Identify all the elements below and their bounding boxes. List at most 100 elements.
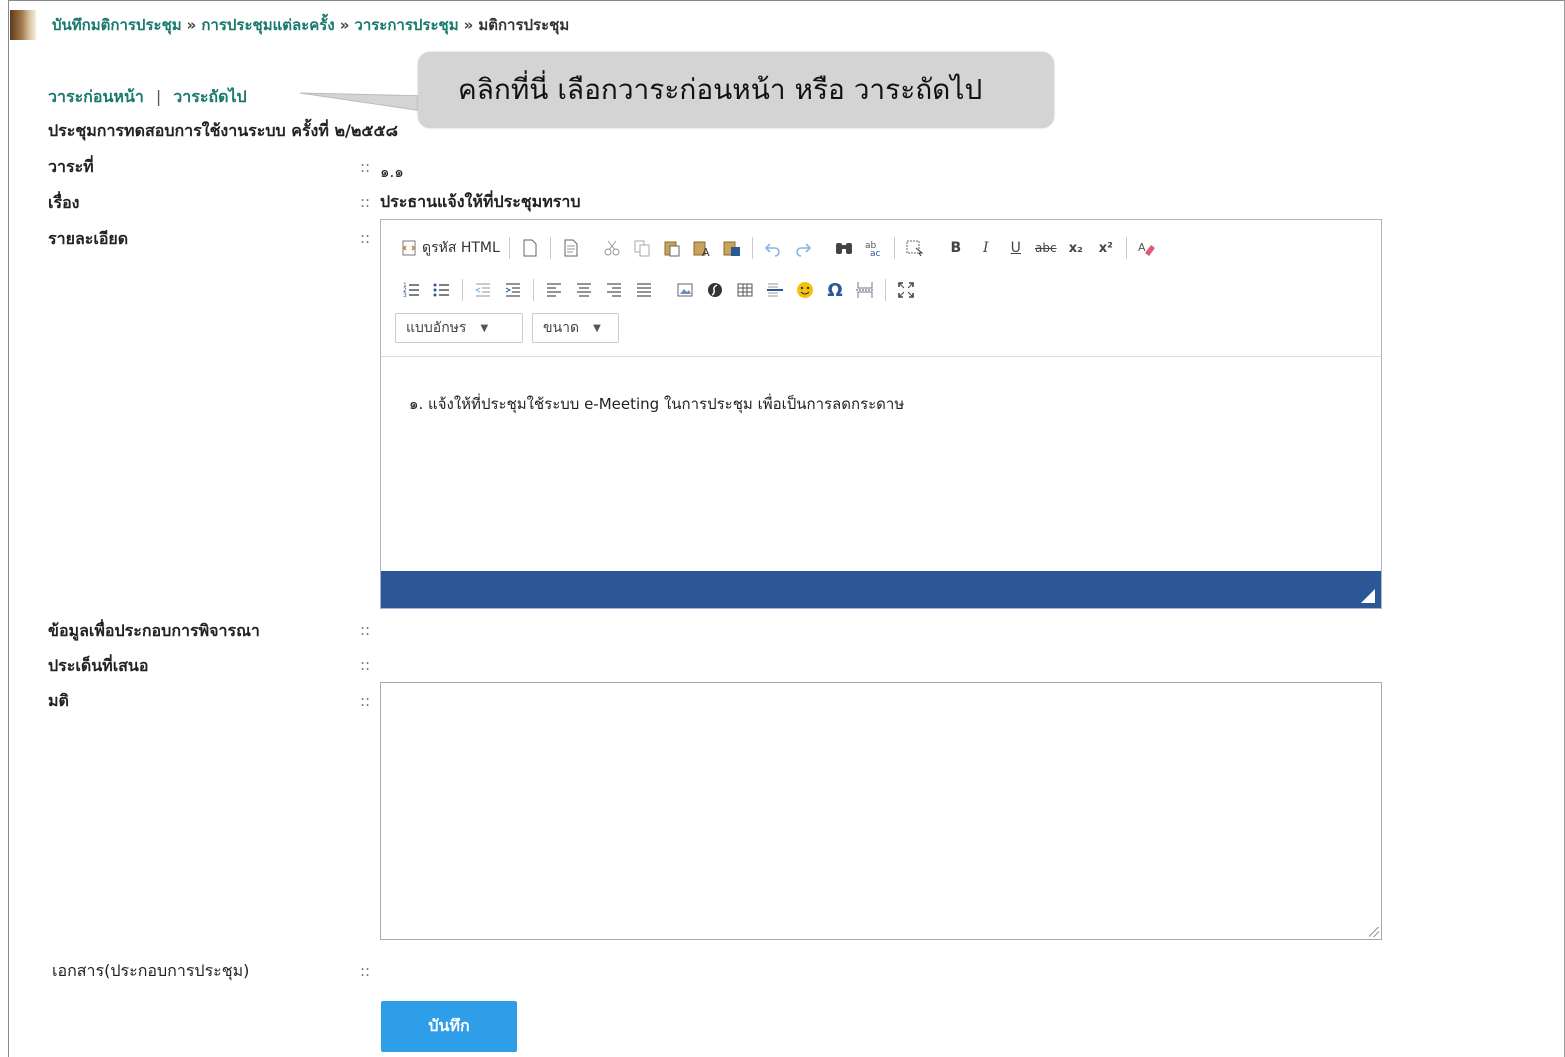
indent-icon — [505, 283, 520, 297]
indent-button[interactable] — [498, 278, 528, 302]
undo-button[interactable] — [758, 236, 788, 260]
svg-text:ac: ac — [870, 249, 881, 257]
breadcrumb-current: มติการประชุม — [478, 16, 570, 34]
toolbar-separator — [1125, 237, 1127, 259]
toolbar-separator — [893, 237, 895, 259]
redo-icon — [796, 243, 811, 257]
replace-button[interactable]: ab ac — [859, 236, 889, 260]
horizontal-rule-button[interactable] — [760, 278, 790, 302]
underline-button[interactable]: U — [1001, 236, 1031, 260]
align-right-icon — [607, 283, 621, 297]
editor-content[interactable]: ๑. แจ้งให้ที่ประชุมใช้ระบบ e-Meeting ในก… — [409, 392, 904, 416]
subject-value: ประธานแจ้งให้ที่ประชุมทราบ — [380, 192, 581, 211]
align-center-icon — [577, 283, 591, 297]
next-agenda-link[interactable]: วาระถัดไป — [173, 87, 246, 106]
editor-resize-handle[interactable] — [1361, 589, 1375, 603]
breadcrumb-link-resolutions[interactable]: บันทึกมติการประชุม — [52, 16, 182, 34]
source-button[interactable]: ดูรหัส HTML — [397, 236, 504, 260]
align-center-button[interactable] — [569, 278, 599, 302]
proposed-issue-label: ประเด็นที่เสนอ — [48, 656, 149, 675]
svg-text:3: 3 — [403, 292, 407, 299]
bold-button[interactable]: B — [941, 236, 971, 260]
numbered-list-button[interactable]: 123 — [397, 278, 427, 302]
flash-button[interactable] — [700, 278, 730, 302]
toolbar-row-2: 123 Ω — [397, 276, 921, 304]
preview-button[interactable] — [556, 236, 586, 260]
special-character-button[interactable]: Ω — [820, 278, 850, 302]
colon: :: — [360, 962, 371, 980]
source-button-label: ดูรหัส HTML — [422, 240, 500, 256]
agenda-number-value: ๑.๑ — [380, 163, 404, 181]
preview-icon — [564, 239, 578, 257]
paste-word-button[interactable] — [717, 236, 747, 260]
colon: :: — [360, 193, 371, 211]
breadcrumb-link-agenda[interactable]: วาระการประชุม — [354, 16, 458, 34]
toolbar-separator — [751, 237, 753, 259]
colon: :: — [360, 621, 371, 639]
callout-text: คลิกที่นี่ เลือกวาระก่อนหน้า หรือ วาระถั… — [458, 73, 983, 106]
svg-text:A: A — [1138, 241, 1146, 254]
redo-button[interactable] — [788, 236, 818, 260]
numbered-list-icon: 123 — [403, 282, 419, 299]
previous-agenda-link[interactable]: วาระก่อนหน้า — [48, 87, 144, 106]
copy-button[interactable] — [627, 236, 657, 260]
remove-format-button[interactable]: A — [1132, 236, 1162, 260]
eraser-icon: A — [1138, 241, 1155, 256]
toolbar-separator — [462, 279, 463, 301]
frame-left-border — [0, 0, 9, 1057]
resolution-textarea[interactable] — [380, 682, 1382, 940]
italic-button[interactable]: I — [971, 236, 1001, 260]
superscript-button[interactable]: x² — [1091, 236, 1121, 260]
maximize-button[interactable] — [891, 278, 921, 302]
align-left-button[interactable] — [539, 278, 569, 302]
table-button[interactable] — [730, 278, 760, 302]
subscript-button[interactable]: x₂ — [1061, 236, 1091, 260]
table-icon — [737, 283, 753, 297]
smiley-button[interactable] — [790, 278, 820, 302]
rich-text-editor[interactable]: ดูรหัส HTML A ab ac B I U abc x₂ x² A 1 … — [380, 219, 1382, 609]
new-page-button[interactable] — [515, 236, 545, 260]
new-page-icon — [523, 239, 537, 257]
paste-text-icon: A — [693, 241, 710, 257]
strikethrough-button[interactable]: abc — [1031, 236, 1061, 260]
select-all-button[interactable] — [900, 236, 930, 260]
justify-icon — [637, 283, 651, 297]
colon: :: — [360, 229, 371, 247]
colon: :: — [360, 656, 371, 674]
paste-text-button[interactable]: A — [687, 236, 717, 260]
undo-icon — [764, 243, 780, 257]
documents-label: เอกสาร(ประกอบการประชุม) — [52, 961, 250, 980]
nav-divider: | — [155, 87, 162, 106]
find-button[interactable] — [829, 236, 859, 260]
smiley-icon — [797, 282, 813, 298]
flash-icon — [708, 283, 722, 297]
outdent-button[interactable] — [468, 278, 498, 302]
breadcrumb-separator: » — [463, 16, 474, 34]
page-break-button[interactable] — [850, 278, 880, 302]
justify-button[interactable] — [629, 278, 659, 302]
meeting-title: ประชุมการทดสอบการใช้งานระบบ ครั้งที่ ๒/๒… — [48, 121, 398, 140]
svg-text:A: A — [702, 246, 710, 257]
image-button[interactable] — [670, 278, 700, 302]
chevron-down-icon: ▼ — [480, 322, 489, 334]
cut-button[interactable] — [597, 236, 627, 260]
breadcrumb-separator: » — [339, 16, 350, 34]
copy-icon — [634, 240, 650, 257]
paste-word-icon — [723, 241, 740, 256]
align-right-button[interactable] — [599, 278, 629, 302]
paste-button[interactable] — [657, 236, 687, 260]
instruction-callout: คลิกที่นี่ เลือกวาระก่อนหน้า หรือ วาระถั… — [418, 52, 1054, 128]
font-family-dropdown[interactable]: แบบอักษร ▼ — [395, 313, 523, 343]
toolbar-separator — [533, 279, 534, 301]
bulleted-list-button[interactable] — [427, 278, 457, 302]
consideration-info-label: ข้อมูลเพื่อประกอบการพิจารณา — [48, 621, 260, 640]
resolution-label: มติ — [48, 691, 69, 710]
breadcrumb-link-meetings[interactable]: การประชุมแต่ละครั้ง — [201, 16, 334, 34]
editor-statusbar — [381, 571, 1381, 608]
font-size-dropdown[interactable]: ขนาด ▼ — [532, 313, 619, 343]
horizontal-rule-icon — [767, 283, 783, 297]
chevron-down-icon: ▼ — [593, 322, 601, 334]
detail-label: รายละเอียด — [48, 229, 129, 248]
textarea-resize-grip[interactable] — [1369, 927, 1379, 937]
save-button[interactable]: บันทึก — [381, 1001, 517, 1052]
